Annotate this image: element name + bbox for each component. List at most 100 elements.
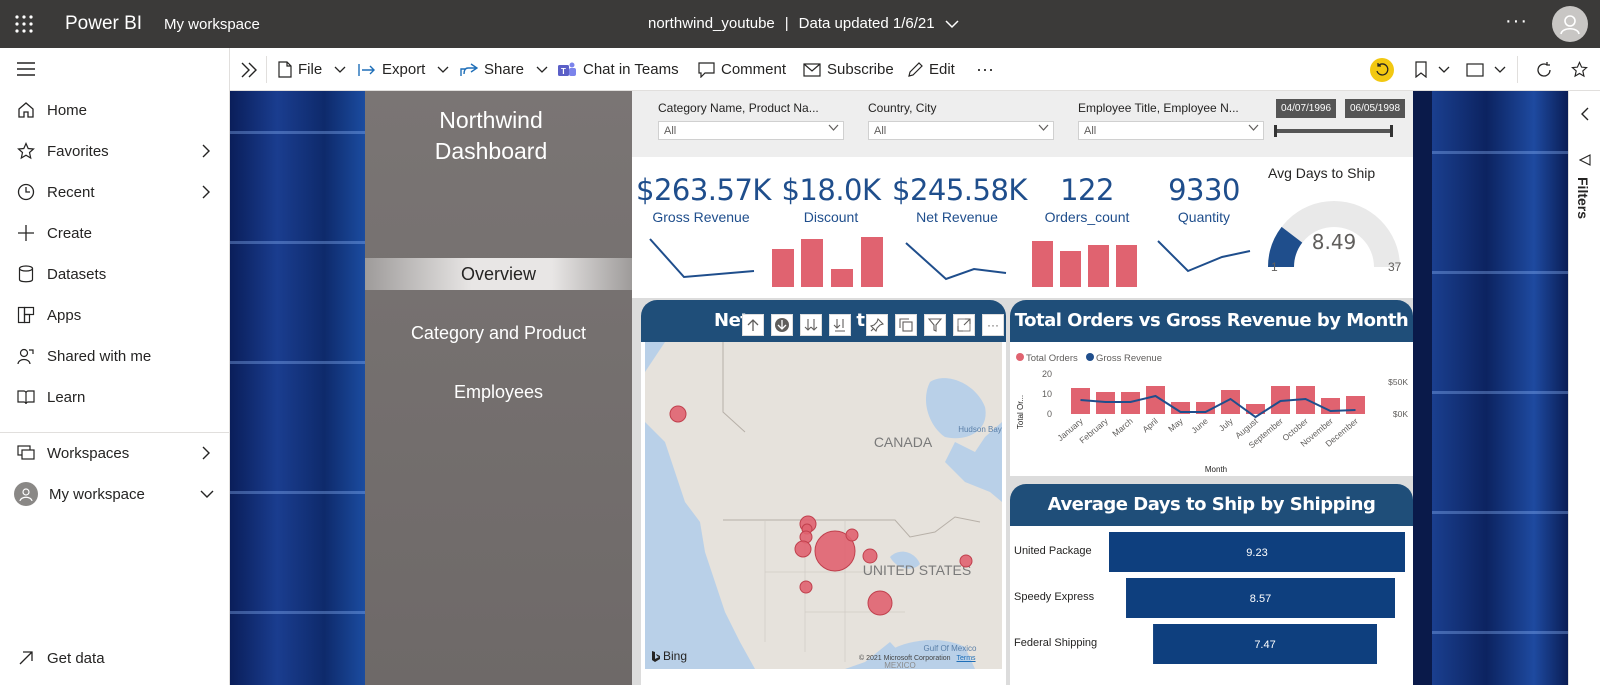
slicer-dropdown[interactable]: All [868,121,1054,140]
star-icon [16,141,36,161]
report-title-menu[interactable]: northwind_youtube | Data updated 1/6/21 [648,15,959,32]
sparkline-bar [1032,241,1053,287]
map-bubble [862,548,878,564]
date-from-input[interactable]: 04/07/1996 [1276,99,1337,118]
toolbar-more-button[interactable]: ··· [976,48,994,91]
slider-handle-start[interactable] [1274,125,1277,137]
app-launcher-icon[interactable] [14,14,34,34]
nav-item-label: Create [47,224,93,242]
bookmark-button[interactable] [1414,48,1450,91]
page-nav-employees[interactable]: Employees [365,382,632,403]
workspace-link[interactable]: My workspace [164,16,260,33]
more-options-icon[interactable]: ··· [982,314,1004,336]
slicer-category-product[interactable]: Category Name, Product Na... All [658,101,844,140]
kpi-value: 122 [1060,173,1114,207]
focus-mode-icon[interactable] [953,314,975,336]
x-tick-label: July [1217,415,1236,433]
expand-all-icon[interactable] [829,314,851,336]
sparkline-quantity [1157,240,1251,273]
drill-up-icon[interactable] [742,314,764,336]
map-bubble [799,580,813,594]
gauge-avg-days-to-ship[interactable]: 8.49 [1264,187,1404,275]
page-nav-category-and-product[interactable]: Category and Product [365,323,632,344]
kpi-label: Net Revenue [916,209,998,225]
copy-icon[interactable] [895,314,917,336]
more-options-button[interactable]: ··· [1505,10,1528,33]
legend-marker-orders [1016,353,1024,361]
terms-link[interactable]: Terms [957,655,976,662]
kpi-value: $245.58K [892,173,1027,207]
gauge-max: 37 [1388,260,1402,274]
chat-in-teams-button[interactable]: T Chat in Teams [557,48,679,91]
date-to-input[interactable]: 06/05/1998 [1345,99,1406,118]
share-menu-button[interactable]: Share [460,48,548,91]
expand-pane-button[interactable] [240,48,258,91]
slicer-employee[interactable]: Employee Title, Employee N... All [1078,101,1264,140]
kpi-net-revenue[interactable]: $245.58K Net Revenue [892,157,1027,225]
bar-total-orders[interactable] [1346,396,1365,414]
kpi-discount[interactable]: $18.0K Discount [776,157,886,225]
chevron-left-icon[interactable] [1580,107,1589,121]
file-menu-button[interactable]: File [278,48,346,91]
avg-days-ship-chart[interactable]: Average Days to Ship by Shipping Company… [1010,484,1413,685]
pin-icon[interactable] [866,314,888,336]
slicer-country-city[interactable]: Country, City All [868,101,1054,140]
export-menu-button[interactable]: Export [358,48,449,91]
nav-item-label: Apps [47,306,82,324]
slicer-dropdown[interactable]: All [658,121,844,140]
category-label: Federal Shipping [1014,637,1097,649]
slicer-dropdown[interactable]: All [1078,121,1264,140]
map-visual[interactable]: Net tr ··· CANADA UNITED STATES Hudson B… [641,300,1006,685]
view-menu-button[interactable] [1466,48,1506,91]
orders-revenue-chart[interactable]: Total Orders vs Gross Revenue by Month T… [1010,300,1413,476]
map-basemap: CANADA UNITED STATES Hudson Bay Gulf Of … [645,342,1002,669]
page-nav-overview[interactable]: Overview [365,258,632,290]
nav-item-create[interactable]: Create [0,213,230,253]
nav-item-recent[interactable]: Recent [0,172,230,212]
app-title[interactable]: Power BI [65,13,142,35]
clock-icon [16,182,36,202]
nav-item-my-workspace[interactable]: My workspace [0,474,230,514]
date-range-slider[interactable] [1276,129,1393,133]
filters-label: Filters [1575,177,1591,220]
data-label: 8.57 [1250,593,1271,605]
nav-item-shared-with-me[interactable]: Shared with me [0,336,230,376]
nav-item-workspaces[interactable]: Workspaces [0,433,230,473]
background-photo-right [1432,91,1568,685]
copyright-text: © 2021 Microsoft Corporation [859,655,951,662]
nav-item-home[interactable]: Home [0,90,230,130]
nav-item-apps[interactable]: Apps [0,295,230,335]
refresh-button[interactable] [1535,48,1553,91]
drill-down-icon[interactable] [771,314,793,336]
filter-icon[interactable] [924,314,946,336]
comment-button[interactable]: Comment [698,48,786,91]
nav-item-learn[interactable]: Learn [0,377,230,417]
filters-pane-collapsed[interactable]: Filters [1568,91,1600,685]
nav-item-label: Workspaces [47,444,130,462]
hamburger-menu-icon[interactable] [17,62,35,76]
map-canvas[interactable]: CANADA UNITED STATES Hudson Bay Gulf Of … [645,342,1002,669]
favorite-button[interactable] [1571,48,1588,91]
subscribe-button[interactable]: Subscribe [803,48,894,91]
kpi-gross-revenue[interactable]: $263.57K Gross Revenue [636,157,771,225]
edit-label: Edit [929,61,955,78]
map-label-canada: CANADA [874,434,933,450]
kpi-orders-count[interactable]: 122 Orders_count [1032,157,1142,225]
report-title-line1: Northwind [439,107,543,133]
slider-handle-end[interactable] [1390,125,1393,137]
nav-item-label: Recent [47,183,95,201]
nav-item-label: My workspace [49,485,145,503]
user-avatar-icon [14,482,38,506]
sparkline-bar [1060,251,1081,287]
report-title: Northwind Dashboard [365,105,617,167]
expand-next-level-icon[interactable] [800,314,822,336]
kpi-quantity[interactable]: 9330 Quantity [1159,157,1249,225]
kpi-label: Gross Revenue [652,209,750,225]
avatar[interactable] [1552,6,1588,42]
nav-item-get-data[interactable]: Get data [0,638,230,678]
nav-item-datasets[interactable]: Datasets [0,254,230,294]
reset-button[interactable] [1370,48,1394,91]
edit-button[interactable]: Edit [907,48,955,91]
chart-title: Average Days to Ship by Shipping Company [1010,484,1413,557]
nav-item-favorites[interactable]: Favorites [0,131,230,171]
